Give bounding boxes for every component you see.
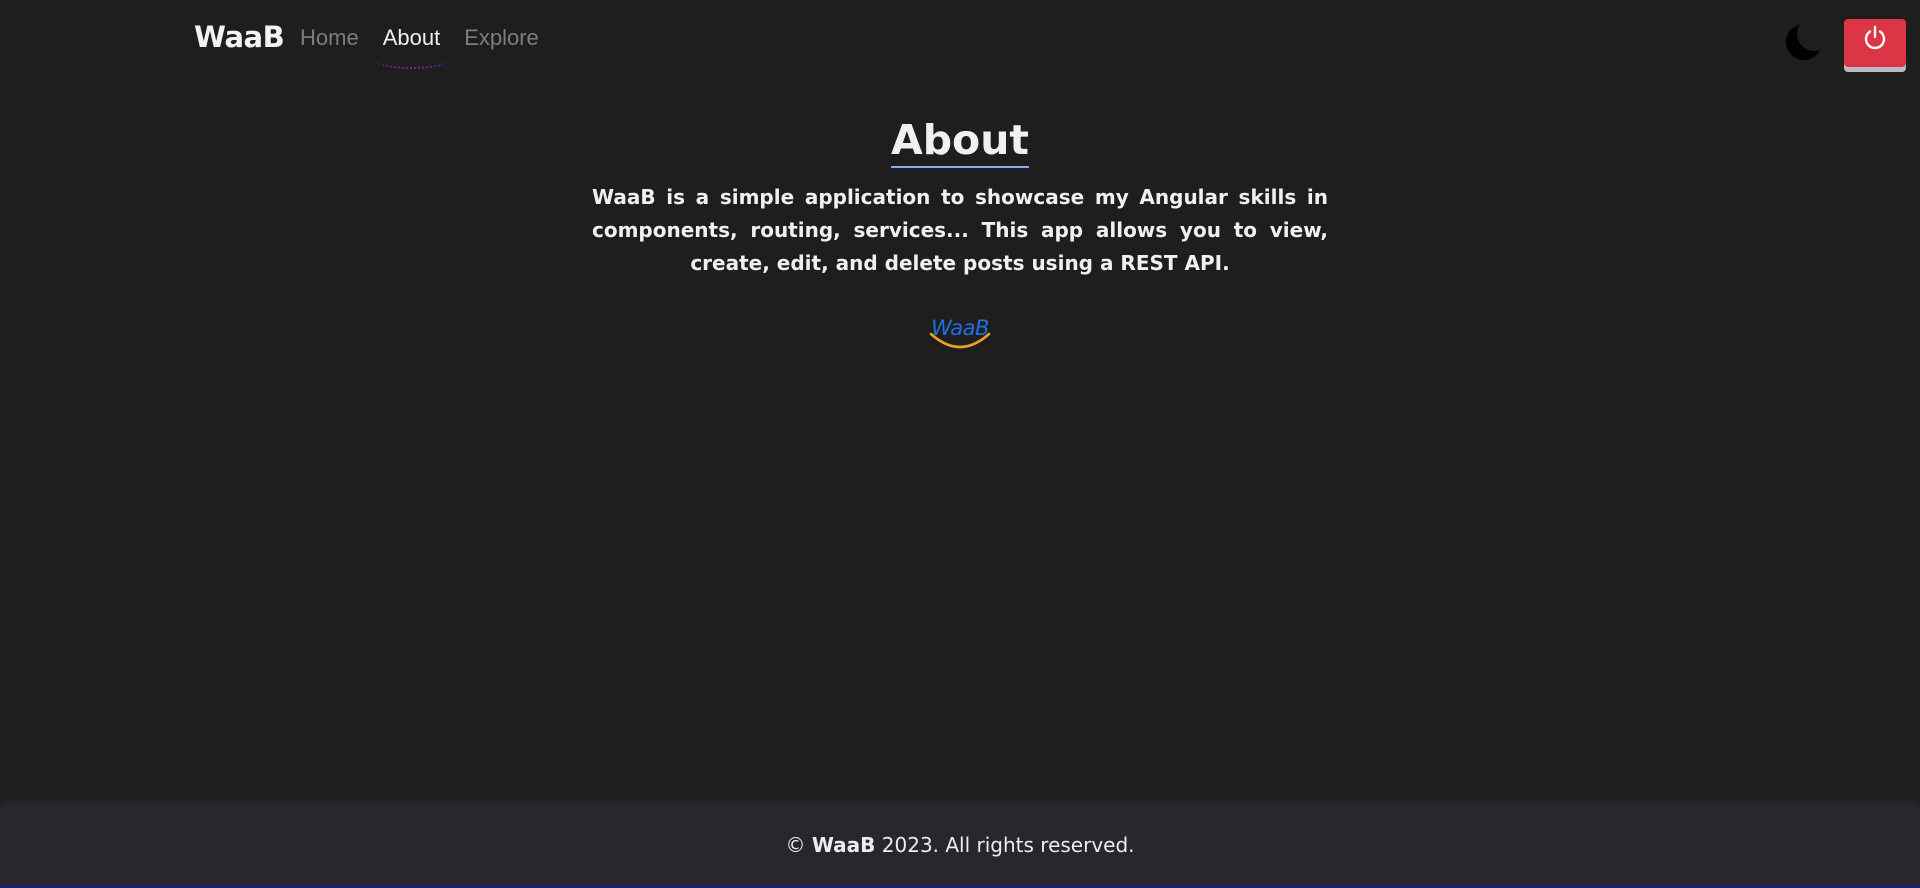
footer-brand: WaaB	[811, 833, 876, 857]
nav-link-about[interactable]: About	[374, 25, 448, 69]
brand-logo[interactable]: WaaB	[194, 20, 285, 54]
nav-link-explore[interactable]: Explore	[464, 25, 539, 51]
footer: © WaaB 2023. All rights reserved.	[0, 806, 1920, 888]
app-logo: WaaB	[0, 316, 1920, 352]
copyright-symbol: ©	[785, 833, 806, 857]
nav-links: Home About Explore	[300, 25, 563, 69]
about-description: WaaB is a simple application to showcase…	[592, 185, 1328, 275]
smile-icon	[929, 332, 991, 349]
navbar: WaaB Home About Explore	[0, 0, 1920, 80]
page-title-wrap: About	[0, 116, 1920, 168]
logo-wrap: WaaB	[928, 316, 992, 352]
moon-icon[interactable]	[1786, 24, 1822, 60]
nav-link-home[interactable]: Home	[300, 25, 359, 51]
footer-copyright: 2023. All rights reserved.	[881, 833, 1135, 857]
power-icon	[1864, 25, 1886, 50]
page-title: About	[890, 116, 1030, 168]
power-button[interactable]	[1844, 19, 1906, 67]
footer-text: © WaaB 2023. All rights reserved.	[0, 833, 1920, 857]
